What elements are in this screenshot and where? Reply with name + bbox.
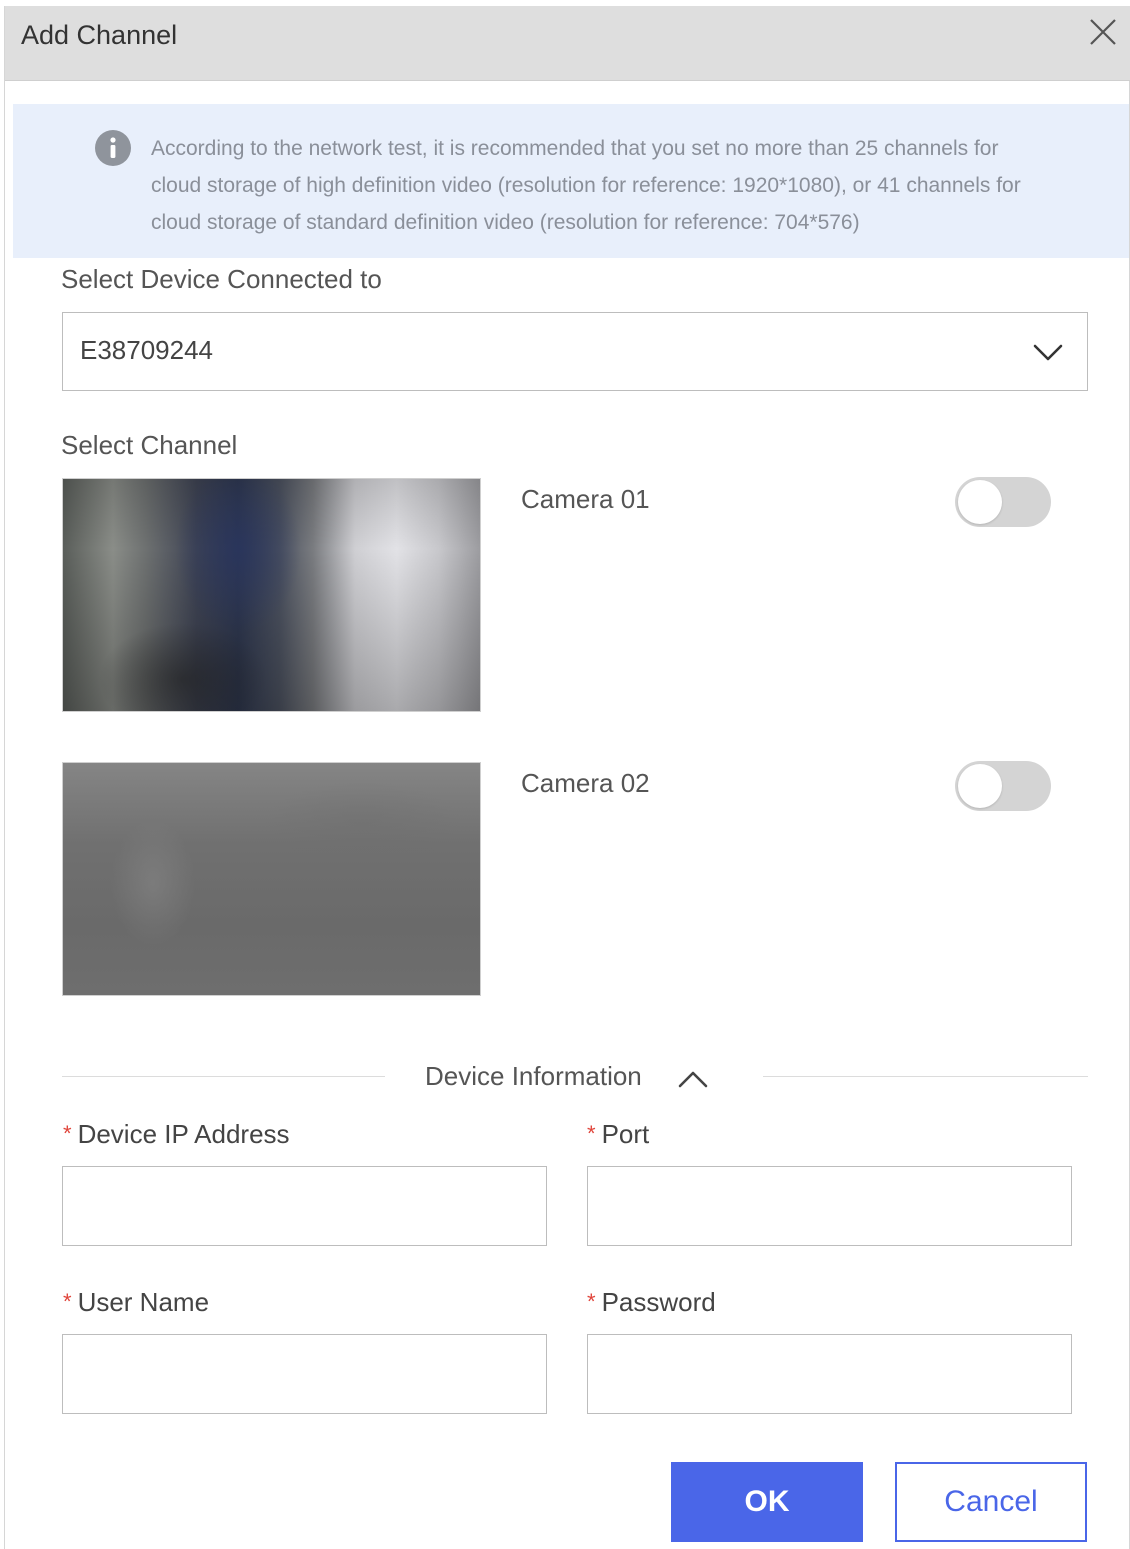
toggle-knob xyxy=(958,480,1002,524)
chevron-down-icon xyxy=(1033,344,1063,361)
divider-right xyxy=(763,1076,1088,1077)
camera-01-toggle[interactable] xyxy=(955,477,1051,527)
add-channel-dialog: Add Channel According to the network tes… xyxy=(4,6,1130,1549)
device-select-value: E38709244 xyxy=(80,335,214,365)
chevron-up-icon xyxy=(678,1071,708,1088)
network-notice: According to the network test, it is rec… xyxy=(13,104,1129,258)
close-button[interactable] xyxy=(1087,16,1119,48)
camera-01-thumbnail xyxy=(62,478,481,712)
user-name-input[interactable] xyxy=(62,1334,547,1414)
collapse-device-info-button[interactable] xyxy=(676,1066,710,1092)
close-icon xyxy=(1090,19,1116,45)
channel-select-label: Select Channel xyxy=(61,430,238,460)
password-label: * Password xyxy=(587,1287,716,1317)
device-select-label: Select Device Connected to xyxy=(61,264,382,294)
port-input[interactable] xyxy=(587,1166,1072,1246)
required-mark: * xyxy=(587,1289,596,1314)
user-name-label: * User Name xyxy=(63,1287,210,1317)
camera-02-label: Camera 02 xyxy=(521,768,650,798)
dialog-header: Add Channel xyxy=(5,6,1130,81)
cancel-button[interactable]: Cancel xyxy=(895,1462,1087,1542)
required-mark: * xyxy=(63,1289,72,1314)
camera-02-thumbnail xyxy=(62,762,481,996)
toggle-knob xyxy=(958,764,1002,808)
notice-text: According to the network test, it is rec… xyxy=(151,137,1021,234)
required-mark: * xyxy=(63,1121,72,1146)
divider-left xyxy=(62,1076,385,1077)
ip-address-input[interactable] xyxy=(62,1166,547,1246)
device-select[interactable]: E38709244 xyxy=(62,312,1088,391)
required-mark: * xyxy=(587,1121,596,1146)
port-label: * Port xyxy=(587,1119,650,1149)
info-icon xyxy=(95,130,131,166)
device-info-title: Device Information xyxy=(425,1061,642,1091)
ok-button[interactable]: OK xyxy=(671,1462,863,1542)
password-input[interactable] xyxy=(587,1334,1072,1414)
dialog-title: Add Channel xyxy=(21,20,178,50)
camera-01-label: Camera 01 xyxy=(521,484,650,514)
ip-address-label: * Device IP Address xyxy=(63,1119,290,1149)
camera-02-toggle[interactable] xyxy=(955,761,1051,811)
